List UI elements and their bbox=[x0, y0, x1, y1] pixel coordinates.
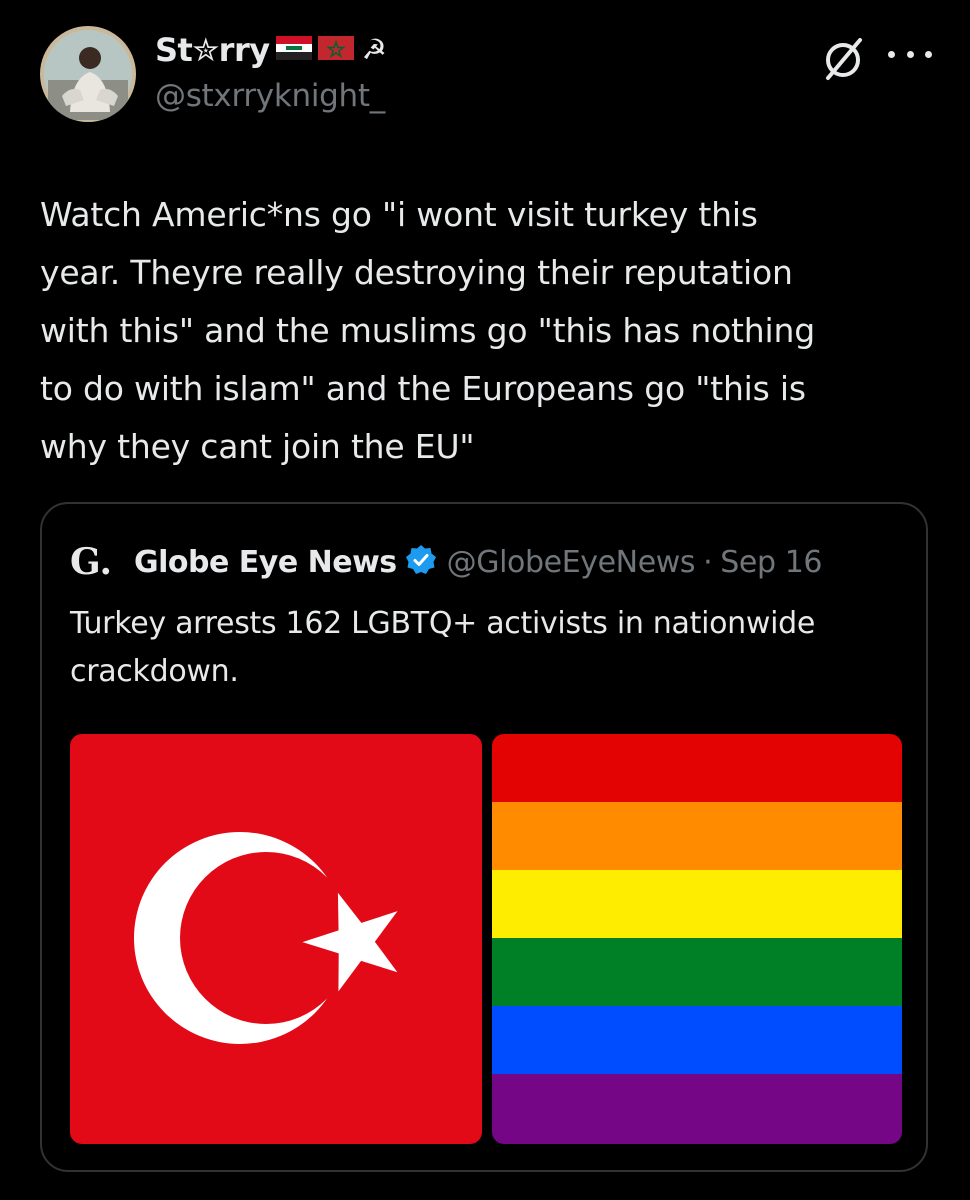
separator-dot: · bbox=[703, 544, 713, 580]
turkey-flag-image[interactable] bbox=[70, 734, 482, 1144]
grok-icon[interactable] bbox=[818, 34, 868, 84]
hammer-sickle-icon: ☭ bbox=[361, 33, 387, 66]
tweet-text: Watch Americ*ns go "i wont visit turkey … bbox=[40, 195, 815, 466]
globe-eye-logo-icon: G. bbox=[70, 541, 112, 583]
more-dot bbox=[888, 50, 895, 58]
quoted-tweet-header: G. Globe Eye News @GlobeEyeNews · Sep 16 bbox=[70, 540, 823, 584]
author-name-row[interactable]: St✮rry ☭ bbox=[155, 30, 387, 70]
quoted-author-name[interactable]: Globe Eye News bbox=[134, 545, 397, 580]
quoted-tweet-date[interactable]: Sep 16 bbox=[720, 545, 822, 580]
avatar-image bbox=[40, 26, 136, 122]
more-dot bbox=[906, 50, 914, 58]
more-options-icon[interactable] bbox=[888, 36, 932, 72]
author-display-name[interactable]: St✮rry bbox=[155, 31, 270, 69]
verified-badge-icon bbox=[405, 544, 437, 580]
avatar[interactable] bbox=[40, 26, 136, 122]
author-handle[interactable]: @stxrryknight_ bbox=[155, 78, 385, 114]
morocco-flag-icon bbox=[317, 36, 354, 64]
more-dot bbox=[925, 50, 932, 58]
rainbow-flag-image[interactable] bbox=[492, 734, 902, 1144]
quoted-tweet-card[interactable]: G. Globe Eye News @GlobeEyeNews · Sep 16… bbox=[40, 502, 928, 1172]
tweet: St✮rry ☭ @stxrryknight_ Watch Americ*ns … bbox=[0, 0, 970, 1200]
quoted-author-handle[interactable]: @GlobeEyeNews bbox=[447, 545, 696, 580]
quoted-tweet-text: Turkey arrests 162 LGBTQ+ activists in n… bbox=[70, 606, 816, 689]
iraq-flag-icon bbox=[275, 36, 312, 64]
